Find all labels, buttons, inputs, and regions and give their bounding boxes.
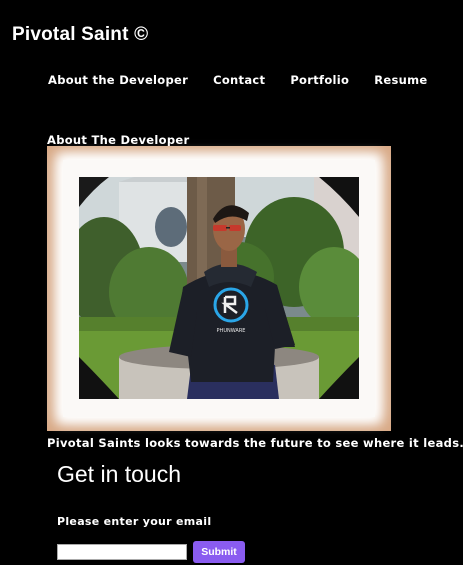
nav-link-contact[interactable]: Contact <box>213 73 265 87</box>
main-nav: About the Developer Contact Portfolio Re… <box>48 73 452 87</box>
nav-link-about-the-developer[interactable]: About the Developer <box>48 73 188 87</box>
about-section-title: About The Developer <box>47 133 190 147</box>
site-brand: Pivotal Saint © <box>12 24 149 45</box>
shirt-text: PHUNWARE <box>217 328 246 334</box>
about-tagline: Pivotal Saints looks towards the future … <box>47 436 463 450</box>
email-input[interactable] <box>57 544 187 560</box>
nav-link-resume[interactable]: Resume <box>374 73 427 87</box>
developer-photo: PHUNWARE <box>79 177 359 399</box>
submit-button[interactable]: Submit <box>193 541 245 563</box>
email-label: Please enter your email <box>57 515 212 528</box>
nav-link-portfolio[interactable]: Portfolio <box>290 73 349 87</box>
contact-title: Get in touch <box>57 461 182 487</box>
